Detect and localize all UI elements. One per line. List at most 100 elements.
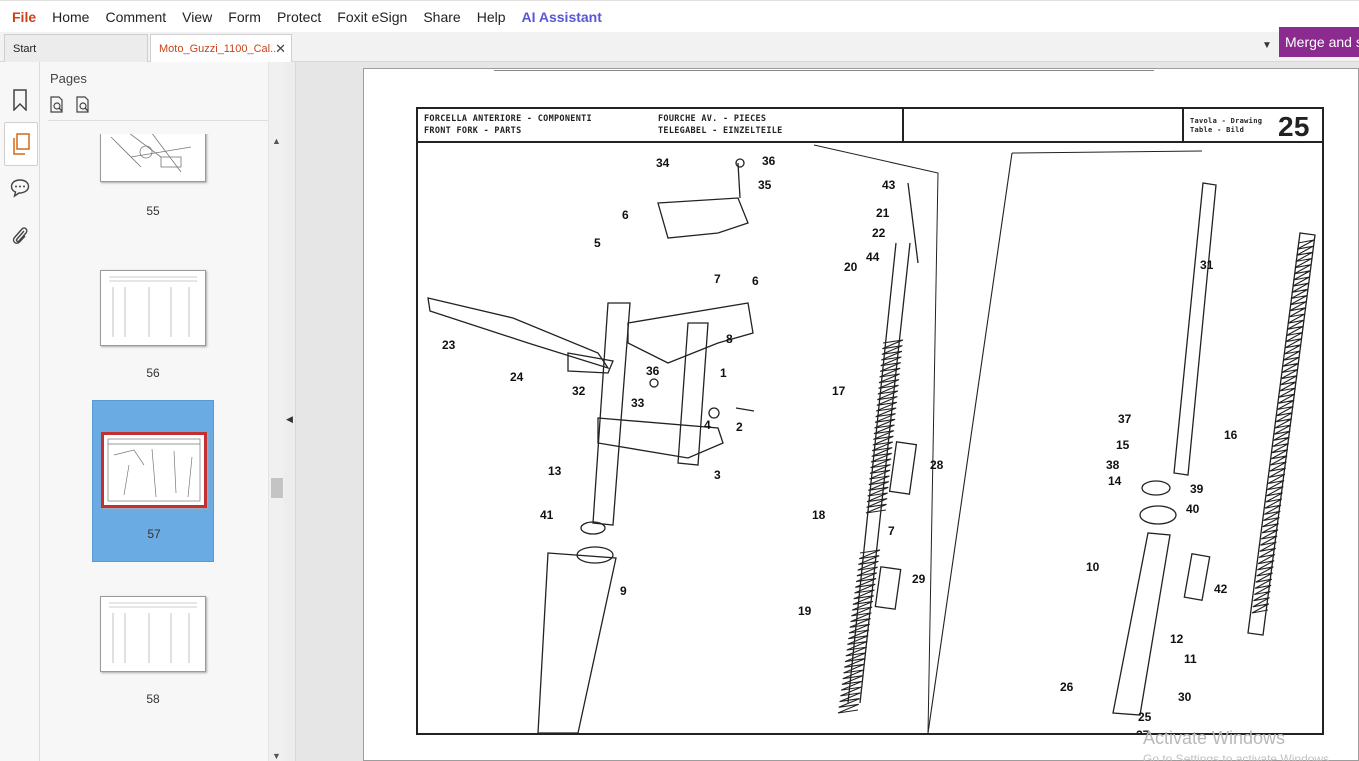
callout: 43 [882,178,896,192]
callout: 31 [1200,258,1214,272]
menu-file[interactable]: File [12,9,36,25]
callout: 15 [1116,438,1130,452]
thumbnail-label: 55 [146,204,160,218]
pages-panel-title: Pages [50,71,87,86]
callout: 38 [1106,458,1120,472]
callout: 16 [1224,428,1238,442]
panel-collapse-handle[interactable]: ◀ [284,62,296,761]
scroll-down-icon[interactable]: ▼ [272,751,281,761]
thumbnail-scrollbar[interactable]: ▲ ▼ [268,62,284,761]
menu-view[interactable]: View [182,9,212,25]
callout: 33 [631,396,645,410]
callout: 3 [714,468,721,482]
menu-protect[interactable]: Protect [277,9,321,25]
header-de: TELEGABEL - EINZELTEILE [658,126,783,136]
menu-share[interactable]: Share [423,9,460,25]
zoom-in-thumbnails-icon[interactable] [74,96,92,114]
bookmark-icon[interactable] [8,88,32,112]
pdf-page: FORCELLA ANTERIORE - COMPONENTI FRONT FO… [363,68,1359,761]
callout: 11 [1184,652,1197,666]
attachment-icon[interactable] [8,224,32,248]
left-rail [0,62,40,761]
callout: 26 [1060,680,1074,694]
menu-bar: File Home Comment View Form Protect Foxi… [0,0,1359,32]
callout: 23 [442,338,456,352]
merge-and-split-button[interactable]: Merge and sp [1279,27,1359,57]
menu-foxit-esign[interactable]: Foxit eSign [337,9,407,25]
tab-start-label: Start [13,42,37,55]
callout: 22 [872,226,886,240]
callout: 1 [720,366,727,380]
thumbnail-image [100,134,206,182]
callout: 20 [844,260,858,274]
drawing-header: FORCELLA ANTERIORE - COMPONENTI FRONT FO… [418,109,1322,143]
menu-help[interactable]: Help [477,9,506,25]
document-viewport[interactable]: FORCELLA ANTERIORE - COMPONENTI FRONT FO… [296,62,1359,761]
callout: 18 [812,508,826,522]
header-table-2: Table - Bild [1190,126,1245,134]
pages-panel: Pages 55 56 57 58 [40,62,284,761]
callout: 28 [930,458,944,472]
tab-bar: Start Moto_Guzzi_1100_Cal... ✕ ▼ [0,32,1359,62]
callout: 37 [1118,412,1132,426]
callout: 42 [1214,582,1228,596]
callout: 32 [572,384,586,398]
callout: 14 [1108,474,1122,488]
callout: 2 [736,420,743,434]
callout: 6 [622,208,629,222]
thumbnail-label: 56 [146,366,160,380]
thumbnail-label: 58 [146,692,160,706]
menu-form[interactable]: Form [228,9,261,25]
exploded-view-drawing: 34 36 35 6 5 7 6 8 23 24 32 36 33 1 4 2 [427,144,1316,733]
callout: 13 [548,464,562,478]
collapse-left-icon[interactable]: ◀ [286,414,293,425]
callout: 35 [758,178,772,192]
callout: 7 [888,524,895,538]
thumbnail-label: 57 [147,527,161,541]
scrollbar-thumb[interactable] [271,478,283,498]
callout: 40 [1186,502,1200,516]
merge-button-label: Merge and sp [1285,34,1359,50]
spring-coil [1251,239,1315,614]
header-en: FRONT FORK - PARTS [424,126,522,136]
header-divider [1182,109,1184,141]
thumbnail-page-55[interactable]: 55 [92,134,214,278]
tab-list-dropdown-icon[interactable]: ▼ [1262,40,1272,51]
callout: 8 [726,332,733,346]
zoom-out-thumbnails-icon[interactable] [48,96,66,114]
callout: 6 [752,274,759,288]
callout: 24 [510,370,524,384]
callout: 36 [646,364,660,378]
menu-home[interactable]: Home [52,9,89,25]
callout: 29 [912,572,926,586]
menu-comment[interactable]: Comment [105,9,166,25]
thumbnail-page-57[interactable]: 57 [92,400,214,562]
menu-ai-assistant[interactable]: AI Assistant [522,9,602,25]
page-top-rule [494,70,1154,71]
callout: 19 [798,604,812,618]
thumbnail-image [100,270,206,346]
tab-document-label: Moto_Guzzi_1100_Cal... [159,42,280,55]
thumbnail-image [101,432,207,508]
callout: 25 [1138,710,1152,724]
callout: 10 [1086,560,1100,574]
thumbnail-image [100,596,206,672]
thumbnail-list: 55 56 57 58 [40,134,268,761]
callout: 30 [1178,690,1192,704]
close-icon[interactable]: ✕ [275,41,286,57]
callout: 36 [762,154,776,168]
callout: 9 [620,584,627,598]
callout: 12 [1170,632,1184,646]
header-table-label: Tavola - Drawing Table - Bild [1190,117,1262,135]
comment-icon[interactable] [8,176,32,200]
spring-coil [837,549,881,714]
thumbnail-page-58[interactable]: 58 [92,590,214,752]
tab-start[interactable]: Start [4,34,148,62]
tab-document[interactable]: Moto_Guzzi_1100_Cal... ✕ [150,34,292,62]
header-middle: FOURCHE AV. - PIECES TELEGABEL - EINZELT… [658,113,783,137]
header-fr: FOURCHE AV. - PIECES [658,114,767,124]
pages-icon[interactable] [4,122,38,166]
activate-windows-watermark: Activate Windows [1143,728,1286,748]
callout: 17 [832,384,846,398]
scroll-up-icon[interactable]: ▲ [272,136,281,146]
